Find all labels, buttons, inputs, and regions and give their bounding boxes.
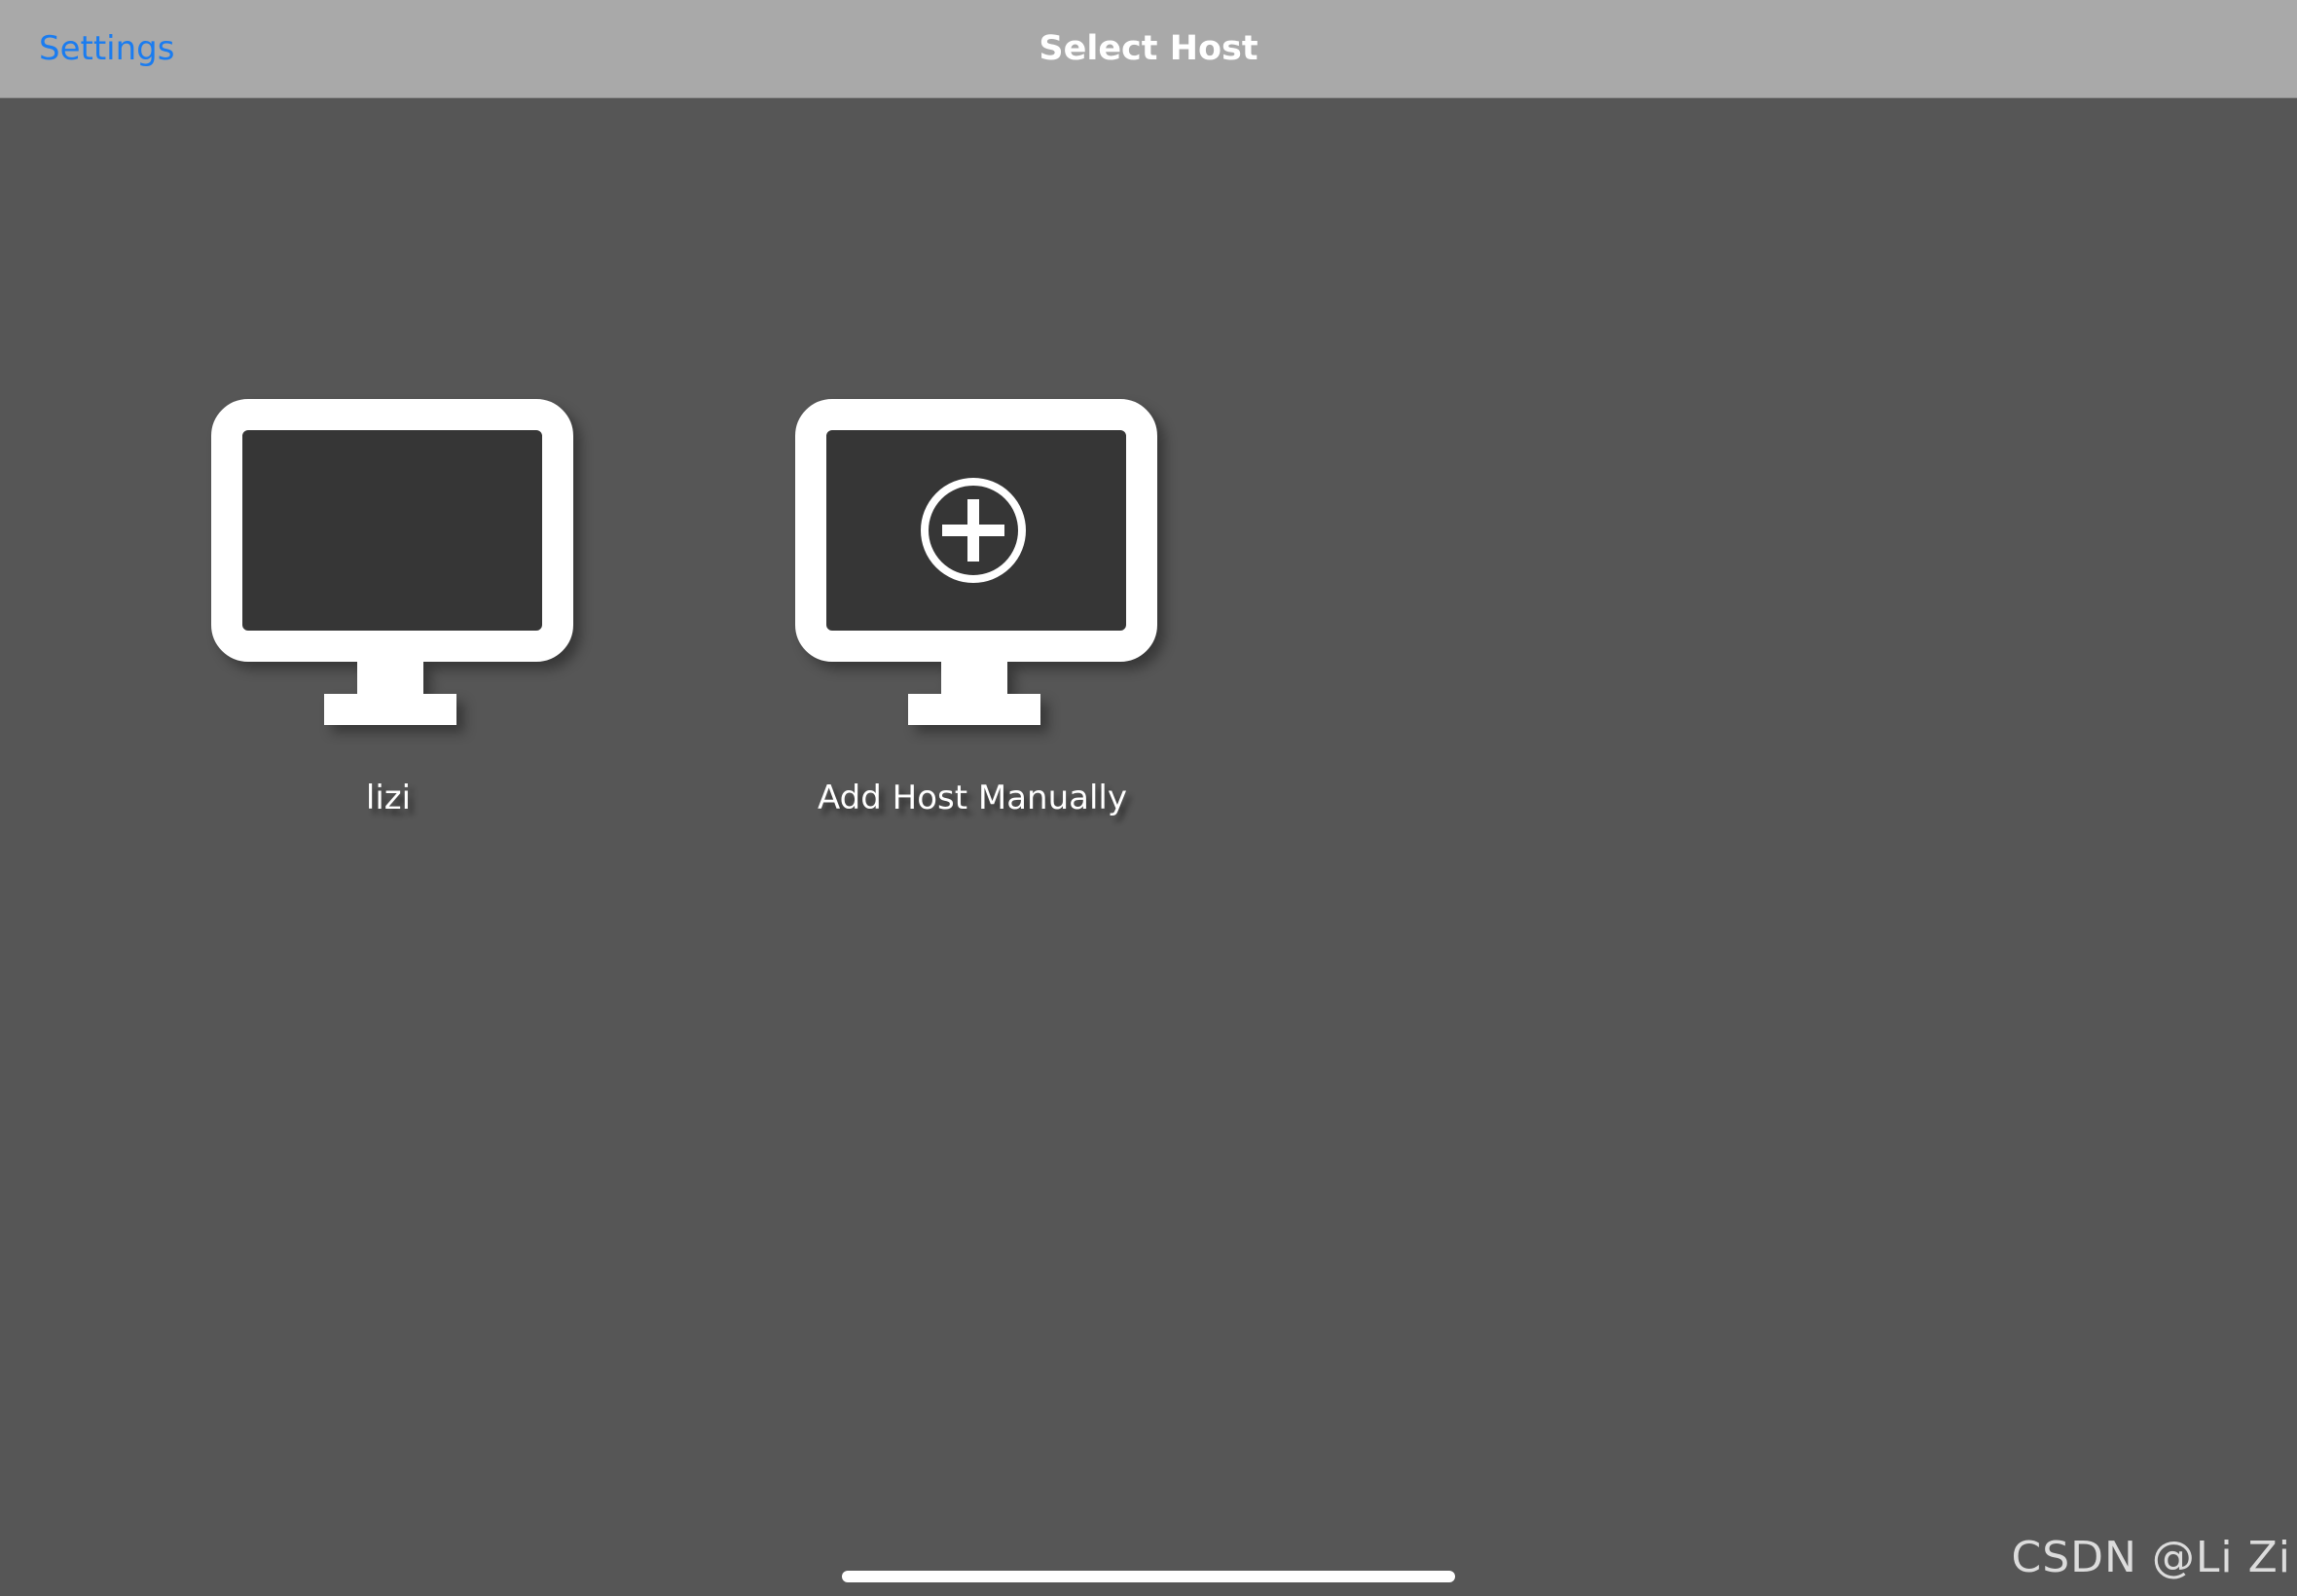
- watermark: CSDN @Li Zi: [2011, 1533, 2291, 1582]
- add-host-manually-tile[interactable]: Add Host Manually: [778, 399, 1167, 827]
- host-tile-lizi[interactable]: lizi: [194, 399, 583, 827]
- page-title: Select Host: [1039, 29, 1258, 68]
- navigation-bar: Settings Select Host: [0, 0, 2297, 98]
- monitor-icon: [211, 399, 573, 725]
- host-label: Add Host Manually: [818, 779, 1127, 817]
- host-label: lizi: [365, 779, 412, 817]
- home-indicator[interactable]: [842, 1571, 1455, 1582]
- select-host-screen: Settings Select Host lizi Add Host Manua…: [0, 0, 2297, 1596]
- monitor-add-icon: [795, 399, 1157, 725]
